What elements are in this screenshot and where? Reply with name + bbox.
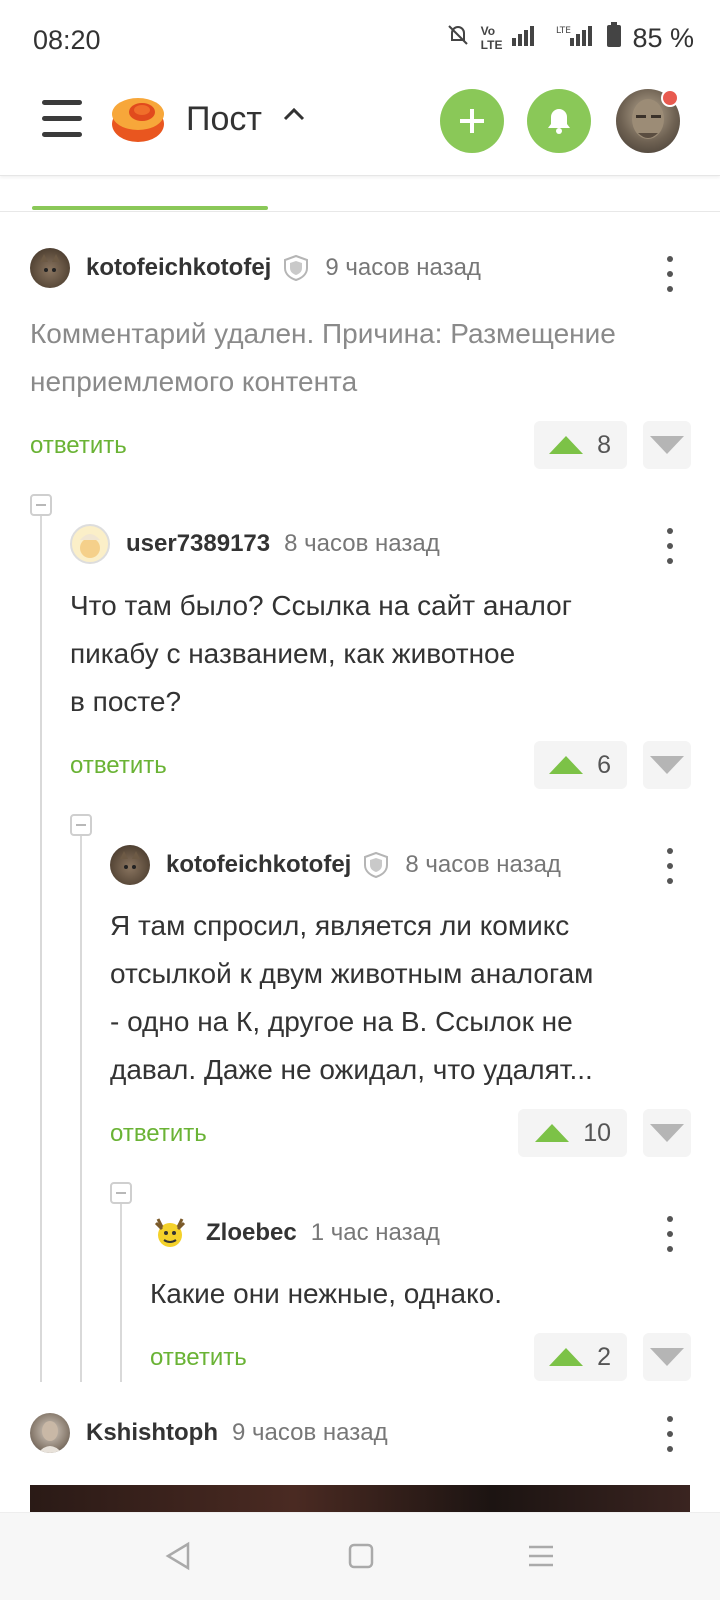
arrow-up-icon [549,436,584,454]
comment-text: Комментарий удален. Причина: Размещение … [30,318,616,397]
vote-count: 10 [583,1118,611,1147]
bell-icon [548,109,570,134]
comment-time: 9 часов назад [325,254,481,281]
mute-icon [445,22,471,54]
add-post-button[interactable] [440,89,504,153]
comment-text: Я там спросил, является ли комикс отсылк… [110,910,594,1085]
comment-header: kotofeichkotofej 8 часов назад [110,845,561,885]
comment-text: Какие они нежные, однако. [150,1278,502,1309]
shield-icon [364,851,389,879]
status-bar: 08:20 Vo LTE LTE 85 % [0,0,720,80]
more-options-icon[interactable] [660,848,680,884]
more-options-icon[interactable] [660,528,680,564]
status-time: 08:20 [33,25,101,55]
status-icons: Vo LTE LTE 85 % [445,22,694,54]
comment-username[interactable]: Zloebec [206,1219,297,1247]
home-icon[interactable] [348,1541,374,1579]
back-icon[interactable] [164,1541,192,1579]
chevron-up-icon[interactable] [282,102,306,134]
comment-image[interactable] [30,1485,690,1515]
comment-time: 8 часов назад [405,851,561,878]
vote-count: 2 [597,1342,611,1371]
shield-icon [284,254,309,282]
downvote-button[interactable] [643,1109,691,1157]
menu-icon[interactable] [42,100,82,140]
upvote-button[interactable]: 10 [518,1109,627,1157]
more-options-icon[interactable] [660,256,680,292]
comment-username[interactable]: kotofeichkotofej [86,254,271,282]
comment-username[interactable]: user7389173 [126,530,270,558]
thread-line [80,834,82,1382]
comment-username[interactable]: Kshishtoph [86,1419,218,1447]
logo-icon[interactable] [110,90,166,146]
avatar[interactable] [30,1413,70,1453]
avatar[interactable] [30,248,70,288]
signal-icon [512,24,546,52]
svg-text:LTE: LTE [556,26,571,36]
system-nav-bar [0,1512,720,1600]
comment-header: Kshishtoph 9 часов назад [30,1413,388,1453]
reply-link[interactable]: ответить [150,1344,247,1372]
comment-header: kotofeichkotofej 9 часов назад [30,248,481,288]
comment-header: Zloebec 1 час назад [150,1213,440,1253]
recents-icon[interactable] [526,1541,556,1579]
battery-percent: 85 % [632,22,694,53]
upvote-button[interactable]: 6 [534,741,627,789]
avatar[interactable] [70,524,110,564]
comment-time: 9 часов назад [232,1419,388,1446]
active-tab-indicator [32,206,268,210]
collapse-thread-button[interactable] [70,814,92,836]
vote-count: 6 [597,750,611,779]
downvote-button[interactable] [643,741,691,789]
comment-time: 8 часов назад [284,530,440,557]
downvote-button[interactable] [643,421,691,469]
collapse-thread-button[interactable] [30,494,52,516]
signal-lte-icon: LTE [556,24,596,52]
downvote-button[interactable] [643,1333,691,1381]
arrow-down-icon [650,1348,684,1366]
page-title[interactable]: Пост [186,100,262,139]
upvote-button[interactable]: 2 [534,1333,627,1381]
collapse-thread-button[interactable] [110,1182,132,1204]
notification-badge [661,89,679,107]
arrow-up-icon [535,1124,570,1142]
reply-link[interactable]: ответить [110,1120,207,1148]
arrow-up-icon [549,1348,584,1366]
comment-header: user7389173 8 часов назад [70,524,440,564]
app-header: Пост [0,80,720,176]
volte-icon: Vo LTE [480,24,503,52]
arrow-up-icon [549,756,584,774]
comment-username[interactable]: kotofeichkotofej [166,851,351,879]
reply-link[interactable]: ответить [30,432,127,460]
vote-count: 8 [597,430,611,459]
thread-line [40,514,42,1382]
more-options-icon[interactable] [660,1216,680,1252]
avatar[interactable] [110,845,150,885]
upvote-button[interactable]: 8 [534,421,627,469]
arrow-down-icon [650,756,684,774]
tab-strip [0,176,720,212]
more-options-icon[interactable] [660,1416,680,1452]
comment-text: Что там было? Ссылка на сайт аналог пика… [70,590,572,717]
avatar[interactable] [150,1213,190,1253]
arrow-down-icon [650,436,684,454]
arrow-down-icon [650,1124,684,1142]
comment-time: 1 час назад [310,1219,440,1246]
notifications-button[interactable] [527,89,591,153]
battery-icon [606,22,622,54]
thread-line [120,1202,122,1382]
reply-link[interactable]: ответить [70,752,167,780]
